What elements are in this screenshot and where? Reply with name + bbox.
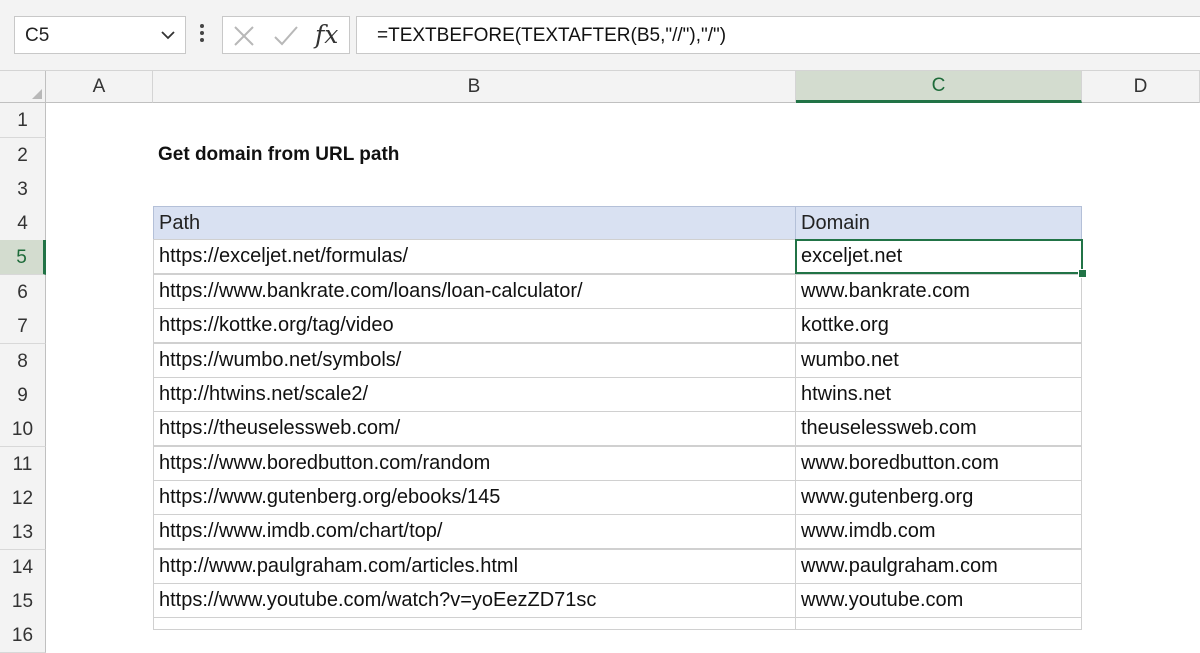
row-header-3[interactable]: 3 [0, 172, 46, 207]
path-cell[interactable]: https://www.youtube.com/watch?v=yoEezZD7… [153, 583, 796, 618]
path-cell[interactable]: http://www.paulgraham.com/articles.html [153, 549, 796, 584]
path-cell[interactable]: http://htwins.net/scale2/ [153, 377, 796, 412]
column-header-d[interactable]: D [1082, 71, 1200, 103]
row-header-2[interactable]: 2 [0, 138, 46, 173]
name-box-value: C5 [25, 25, 50, 46]
formula-bar: C5 fx =TEXTBEFORE(TEXTAFTER(B5,"//"),"/"… [0, 0, 1200, 71]
path-cell[interactable]: https://theuselessweb.com/ [153, 411, 796, 446]
sheet-title[interactable]: Get domain from URL path [158, 144, 399, 166]
domain-header-cell[interactable]: Domain [795, 206, 1082, 240]
cancel-icon[interactable] [233, 25, 255, 47]
path-header-cell[interactable]: Path [153, 206, 796, 240]
chevron-down-icon[interactable] [160, 27, 176, 43]
row-header-1[interactable]: 1 [0, 103, 46, 138]
domain-cell[interactable]: www.gutenberg.org [795, 480, 1082, 515]
row-header-6[interactable]: 6 [0, 275, 46, 310]
row-header-16[interactable]: 16 [0, 618, 46, 653]
fill-handle[interactable] [1078, 269, 1087, 278]
path-cell[interactable]: https://www.imdb.com/chart/top/ [153, 514, 796, 549]
insert-function-icon[interactable]: fx [315, 20, 338, 49]
domain-cell[interactable]: www.bankrate.com [795, 274, 1082, 309]
column-header-a[interactable]: A [46, 71, 153, 103]
path-cell[interactable]: https://exceljet.net/formulas/ [153, 239, 796, 274]
path-cell[interactable]: https://kottke.org/tag/video [153, 308, 796, 343]
domain-cell[interactable]: wumbo.net [795, 343, 1082, 378]
domain-cell-partial[interactable] [795, 617, 1082, 630]
more-options-icon[interactable] [197, 21, 207, 49]
domain-cell[interactable]: htwins.net [795, 377, 1082, 412]
row-header-7[interactable]: 7 [0, 309, 46, 344]
checkmark-icon[interactable] [273, 25, 299, 47]
path-cell[interactable]: https://www.bankrate.com/loans/loan-calc… [153, 274, 796, 309]
row-header-13[interactable]: 13 [0, 515, 46, 550]
path-cell[interactable]: https://wumbo.net/symbols/ [153, 343, 796, 378]
name-box[interactable]: C5 [14, 16, 186, 54]
row-header-9[interactable]: 9 [0, 378, 46, 413]
domain-cell[interactable]: kottke.org [795, 308, 1082, 343]
row-header-8[interactable]: 8 [0, 344, 46, 379]
row-header-5[interactable]: 5 [0, 240, 46, 275]
domain-cell[interactable]: www.imdb.com [795, 514, 1082, 549]
formula-buttons: fx [222, 16, 350, 54]
domain-cell[interactable]: www.boredbutton.com [795, 446, 1082, 481]
row-header-12[interactable]: 12 [0, 481, 46, 516]
column-header-c[interactable]: C [796, 71, 1082, 103]
row-header-4[interactable]: 4 [0, 206, 46, 241]
domain-cell[interactable]: theuselessweb.com [795, 411, 1082, 446]
path-cell[interactable]: https://www.boredbutton.com/random [153, 446, 796, 481]
row-header-15[interactable]: 15 [0, 584, 46, 619]
formula-text: =TEXTBEFORE(TEXTAFTER(B5,"//"),"/") [377, 25, 727, 46]
select-all-button[interactable] [0, 71, 46, 103]
path-cell[interactable]: https://www.gutenberg.org/ebooks/145 [153, 480, 796, 515]
column-header-b[interactable]: B [153, 71, 796, 103]
path-cell-partial[interactable] [153, 617, 796, 630]
domain-cell[interactable]: www.youtube.com [795, 583, 1082, 618]
row-header-10[interactable]: 10 [0, 412, 46, 447]
row-header-11[interactable]: 11 [0, 447, 46, 482]
row-header-14[interactable]: 14 [0, 550, 46, 585]
domain-cell[interactable]: exceljet.net [795, 239, 1082, 274]
formula-input[interactable]: =TEXTBEFORE(TEXTAFTER(B5,"//"),"/") [356, 16, 1200, 54]
domain-cell[interactable]: www.paulgraham.com [795, 549, 1082, 584]
